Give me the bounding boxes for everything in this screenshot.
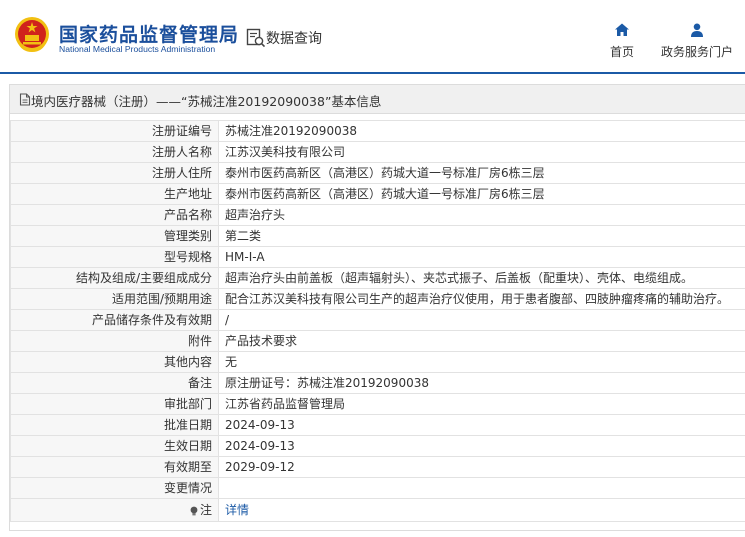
row-value: 2029-09-12 [218,456,745,478]
user-icon [691,23,703,37]
site-header: 国家药品监督管理局 National Medical Products Admi… [0,0,745,73]
table-row: 备注 原注册证号：苏械注准20192090038 [10,372,745,394]
details-link[interactable]: 详情 [225,503,249,517]
table-row: 产品储存条件及有效期 / [10,309,745,331]
note-value: 详情 [218,498,745,522]
row-value: 超声治疗头由前盖板（超声辐射头）、夹芯式振子、后盖板（配重块）、壳体、电缆组成。 [218,267,745,289]
data-query-link[interactable]: 数据查询 [266,28,322,48]
row-value: 江苏省药品监督管理局 [218,393,745,415]
row-value: 泰州市医药高新区（高港区）药城大道一号标准厂房6栋三层 [218,183,745,205]
nav-home-label: 首页 [609,45,634,59]
row-value [218,477,745,499]
row-label: 管理类别 [10,225,219,247]
table-row: 其他内容无 [10,351,745,373]
row-label: 注册人名称 [10,141,219,163]
row-value: 江苏汉美科技有限公司 [218,141,745,163]
table-row-note: 注 详情 [10,498,745,522]
row-label: 注册证编号 [10,120,219,142]
row-label: 产品储存条件及有效期 [10,309,219,331]
table-row: 注册人名称 江苏汉美科技有限公司 [10,141,745,163]
table-row: 有效期至 2029-09-12 [10,456,745,478]
row-value: 苏械注准20192090038 [218,120,745,142]
row-label: 审批部门 [10,393,219,415]
row-value: 2024-09-13 [218,414,745,436]
bulb-icon [190,506,198,515]
row-value: / [218,309,745,331]
row-value: 无 [218,351,745,373]
row-label: 附件 [10,330,219,352]
row-label: 型号规格 [10,246,219,268]
row-value: 第二类 [218,225,745,247]
row-label: 其他内容 [10,351,219,373]
row-label: 生效日期 [10,435,219,457]
brand-name-cn: 国家药品监督管理局 [59,24,240,46]
table-row: 管理类别 第二类 [10,225,745,247]
row-label: 批准日期 [10,414,219,436]
row-label: 适用范围/预期用途 [10,288,219,310]
row-value: 超声治疗头 [218,204,745,226]
table-row: 适用范围/预期用途 配合江苏汉美科技有限公司生产的超声治疗仪使用，用于患者腹部、四… [10,288,745,310]
row-label: 生产地址 [10,183,219,205]
table-row: 附件 产品技术要求 [10,330,745,352]
note-label: 注 [10,498,219,522]
row-label: 结构及组成/主要组成成分 [10,267,219,289]
nav-government-services[interactable]: 政务服务门户 [658,22,736,60]
table-row: 生效日期 2024-09-13 [10,435,745,457]
row-value: 配合江苏汉美科技有限公司生产的超声治疗仪使用，用于患者腹部、四肢肿瘤疼痛的辅助治… [218,288,745,310]
table-row: 注册人住所 泰州市医药高新区（高港区）药城大道一号标准厂房6栋三层 [10,162,745,184]
table-row: 注册证编号 苏械注准20192090038 [10,120,745,142]
brand-name-en: National Medical Products Administration [59,44,216,54]
row-label: 备注 [10,372,219,394]
row-value: 原注册证号：苏械注准20192090038 [218,372,745,394]
row-value: 2024-09-13 [218,435,745,457]
row-label: 注册人住所 [10,162,219,184]
info-panel: 境内医疗器械（注册）——“苏械注准20192090038”基本信息 注册证编号苏… [9,84,745,531]
nav-home[interactable]: 首页 [604,22,640,60]
row-label: 产品名称 [10,204,219,226]
table-row: 产品名称 超声治疗头 [10,204,745,226]
table-row: 审批部门 江苏省药品监督管理局 [10,393,745,415]
panel-header: 境内医疗器械（注册）——“苏械注准20192090038”基本信息 [10,85,745,114]
row-label: 有效期至 [10,456,219,478]
row-value: 产品技术要求 [218,330,745,352]
table-row: 批准日期 2024-09-13 [10,414,745,436]
device-info-table: 注册证编号 苏械注准20192090038 注册人名称 江苏汉美科技有限公司 注册人住所… [10,120,745,522]
panel-title: 境内医疗器械（注册）——“苏械注准20192090038”基本信息 [31,94,382,109]
nav-government-services-label: 政务服务门户 [660,45,733,59]
table-row: 变更情况 [10,477,745,499]
row-value: HM-Ⅰ-A [218,246,745,268]
table-row: 生产地址 泰州市医药高新区（高港区）药城大道一号标准厂房6栋三层 [10,183,745,205]
table-row: 结构及组成/主要组成成分 超声治疗头由前盖板（超声辐射头）、夹芯式振子、后盖板（配… [10,267,745,289]
document-icon [19,93,31,106]
header-divider [0,72,745,74]
home-icon [615,23,629,36]
data-query-icon[interactable] [246,28,266,48]
row-value: 泰州市医药高新区（高港区）药城大道一号标准厂房6栋三层 [218,162,745,184]
row-label: 变更情况 [10,477,219,499]
national-emblem-icon [15,17,49,53]
table-row: 型号规格 HM-Ⅰ-A [10,246,745,268]
